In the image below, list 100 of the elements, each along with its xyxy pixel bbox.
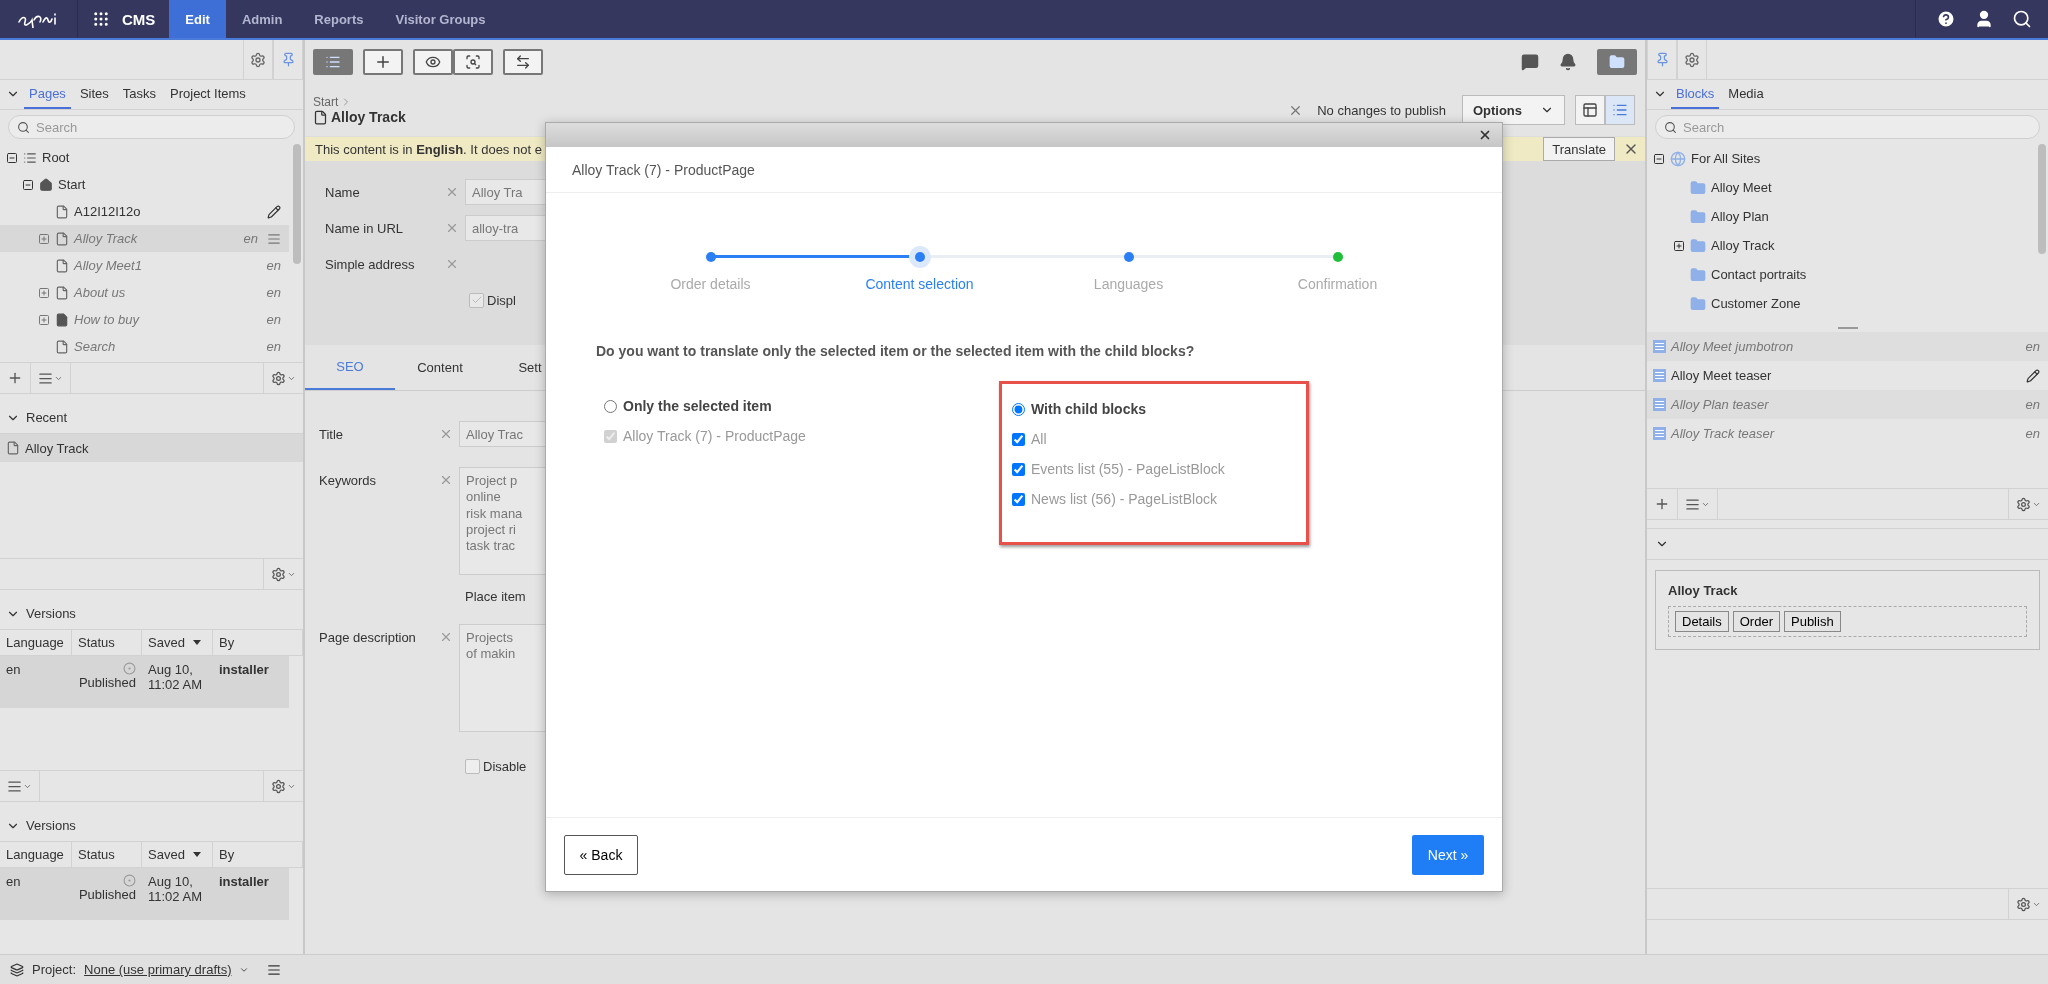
next-button[interactable]: Next » [1412, 834, 1484, 875]
step-dot[interactable] [1123, 252, 1134, 262]
checkbox[interactable] [465, 758, 480, 774]
collapse-icon[interactable] [22, 178, 34, 191]
tab[interactable]: Project Items [165, 86, 251, 109]
hint-text: Place item [465, 589, 527, 604]
close-icon[interactable] [1478, 128, 1492, 142]
tab[interactable]: Content [395, 345, 485, 390]
tree-item[interactable]: Alloy Meet1 en [0, 252, 289, 279]
tree-item[interactable]: About us en [0, 279, 289, 306]
magnifier-icon [465, 54, 481, 70]
checkbox[interactable] [469, 292, 484, 308]
tree-item[interactable]: Alloy Plan [1647, 202, 2034, 231]
comment-icon[interactable] [1521, 53, 1539, 71]
step-dot[interactable] [908, 246, 931, 268]
view-settings-button[interactable] [453, 49, 493, 75]
table-cell: Published [72, 656, 142, 708]
page-icon [313, 109, 328, 125]
tree-item[interactable]: Alloy Track [1647, 231, 2034, 260]
menu-icon[interactable] [267, 231, 281, 246]
tab[interactable]: Tasks [117, 86, 161, 109]
expand-icon[interactable] [1673, 239, 1685, 252]
recent-item[interactable]: Alloy Track [0, 434, 303, 462]
project-link[interactable]: None (use primary drafts) [84, 962, 232, 977]
tab[interactable]: Pages [24, 86, 71, 109]
step-dot[interactable] [705, 252, 716, 262]
list-view-button[interactable] [1605, 95, 1635, 125]
collapse-icon[interactable] [6, 151, 18, 164]
section-header[interactable]: Versions [0, 810, 303, 842]
tree-item[interactable]: Alloy Meet [1647, 173, 2034, 202]
menu-item[interactable]: Edit [169, 0, 226, 38]
block-item[interactable]: Alloy Meet teaser [1647, 361, 2048, 390]
menu-item[interactable]: Admin [225, 0, 299, 38]
scrollbar[interactable] [2038, 144, 2046, 254]
list-icon [1612, 102, 1628, 118]
cross-icon [445, 257, 459, 271]
back-button[interactable]: « Back [564, 834, 638, 875]
field-label: Keywords [319, 472, 378, 488]
menu-item[interactable]: Visitor Groups [379, 0, 502, 38]
section-header[interactable]: Versions [0, 598, 303, 630]
settings-button[interactable] [243, 39, 273, 80]
card-button[interactable]: Details [1675, 611, 1729, 632]
step-label[interactable]: Content selection [865, 276, 974, 292]
pin-button[interactable] [273, 39, 303, 80]
tree-item[interactable]: How to buy en [0, 306, 289, 333]
settings-button[interactable] [1677, 39, 1707, 80]
card-title: Alloy Track [1668, 583, 1739, 598]
add-button[interactable] [363, 49, 403, 75]
tab[interactable]: Blocks [1671, 86, 1720, 109]
eye-icon [425, 54, 441, 70]
breadcrumb-link[interactable]: Start [313, 95, 339, 109]
plus-icon [1654, 496, 1670, 512]
pin-button[interactable] [1647, 39, 1677, 80]
search-icon[interactable] [2012, 9, 2032, 29]
table-cell-text: Aug 10, 11:02 AM [147, 661, 203, 694]
block-icon [1653, 398, 1666, 411]
menu-icon[interactable] [267, 962, 282, 977]
tree-item[interactable]: For All Sites [1647, 144, 2034, 173]
tree-item[interactable]: Contact portraits [1647, 260, 2034, 289]
checkbox-label: Disable [483, 758, 527, 774]
block-item[interactable]: Alloy Track teaser en [1647, 419, 2048, 448]
tree-item[interactable]: Start [0, 171, 289, 198]
menu-item[interactable]: Reports [298, 0, 380, 38]
user-icon[interactable] [1974, 9, 1994, 29]
step-dot[interactable] [1332, 252, 1343, 262]
tree-item[interactable]: Root [0, 144, 289, 171]
options-button[interactable]: Options [1461, 95, 1565, 125]
layout-button[interactable] [1575, 95, 1605, 125]
tab[interactable]: Media [1723, 86, 1769, 109]
tree-item[interactable]: A12I12I12o [0, 198, 289, 225]
cross-icon [445, 221, 459, 235]
translate-button[interactable]: Translate [1543, 137, 1615, 161]
tree-item[interactable]: Search en [0, 333, 289, 360]
menu-icon [38, 370, 53, 386]
status-icon [123, 874, 136, 887]
tab[interactable]: Sites [74, 86, 114, 109]
radio-button[interactable] [604, 399, 617, 413]
folder-icon [1690, 266, 1706, 283]
collapse-icon[interactable] [1653, 152, 1665, 165]
help-icon[interactable] [1936, 9, 1956, 29]
checkbox[interactable] [1012, 492, 1025, 506]
folder-icon [1690, 237, 1706, 254]
folder-button[interactable] [1597, 49, 1637, 75]
cross-icon [439, 630, 453, 644]
preview-button[interactable] [413, 49, 453, 75]
card-button[interactable]: Publish [1784, 611, 1841, 632]
compare-button[interactable] [503, 49, 543, 75]
table-cell: Published [72, 868, 142, 920]
checkbox[interactable] [1012, 462, 1025, 476]
apps-icon[interactable] [92, 10, 110, 28]
scrollbar[interactable] [293, 144, 301, 264]
radio-button[interactable] [1012, 402, 1025, 416]
tree-item[interactable]: Customer Zone [1647, 289, 2034, 318]
checkbox[interactable] [1012, 432, 1025, 446]
product-name: CMS [122, 10, 156, 28]
menu-icon [1685, 496, 1700, 512]
settings-icon [250, 51, 266, 68]
card-button[interactable]: Order [1732, 611, 1780, 632]
bell-icon[interactable] [1559, 53, 1577, 71]
tree-view-button[interactable] [313, 49, 353, 75]
